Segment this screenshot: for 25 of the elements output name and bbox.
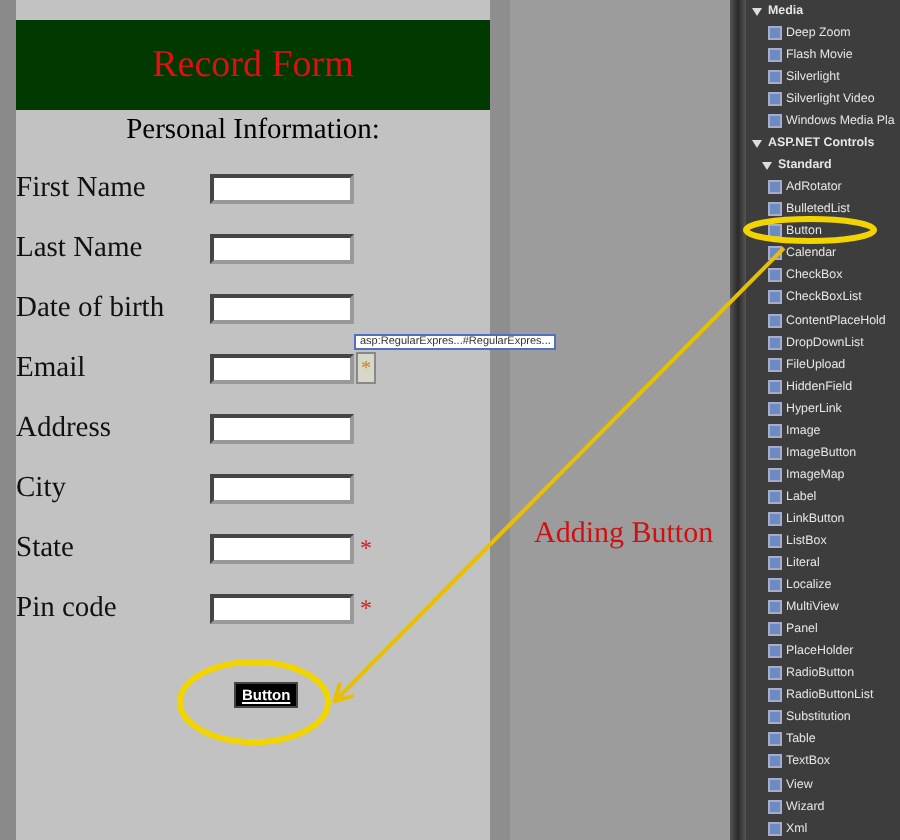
input-field[interactable] bbox=[210, 473, 354, 503]
input-field[interactable] bbox=[210, 233, 354, 263]
input-field[interactable] bbox=[210, 353, 354, 383]
field-label: State bbox=[16, 531, 76, 565]
required-marker: * bbox=[360, 593, 372, 623]
field-label: Last Name bbox=[16, 231, 145, 265]
field-label: Pin code bbox=[16, 591, 119, 625]
expanded-triangle-icon[interactable] bbox=[752, 139, 762, 148]
input-field[interactable] bbox=[210, 173, 354, 203]
expanded-triangle-icon[interactable] bbox=[762, 161, 772, 170]
input-field[interactable] bbox=[210, 533, 354, 563]
section-heading: Personal Information: bbox=[124, 114, 382, 150]
field-label: Email bbox=[16, 351, 88, 385]
input-field[interactable] bbox=[210, 413, 354, 443]
annotation-text: Adding Button bbox=[534, 518, 714, 552]
field-label: Address bbox=[16, 411, 114, 445]
highlight-ellipse bbox=[743, 216, 877, 244]
expanded-triangle-icon[interactable] bbox=[752, 7, 762, 15]
field-label: Date of birth bbox=[16, 291, 167, 325]
field-label: First Name bbox=[16, 171, 148, 205]
field-label: City bbox=[16, 471, 68, 505]
form-title: Record Form bbox=[16, 20, 490, 110]
input-field[interactable] bbox=[210, 593, 354, 623]
input-field[interactable] bbox=[210, 293, 354, 323]
required-marker: * bbox=[360, 533, 372, 563]
